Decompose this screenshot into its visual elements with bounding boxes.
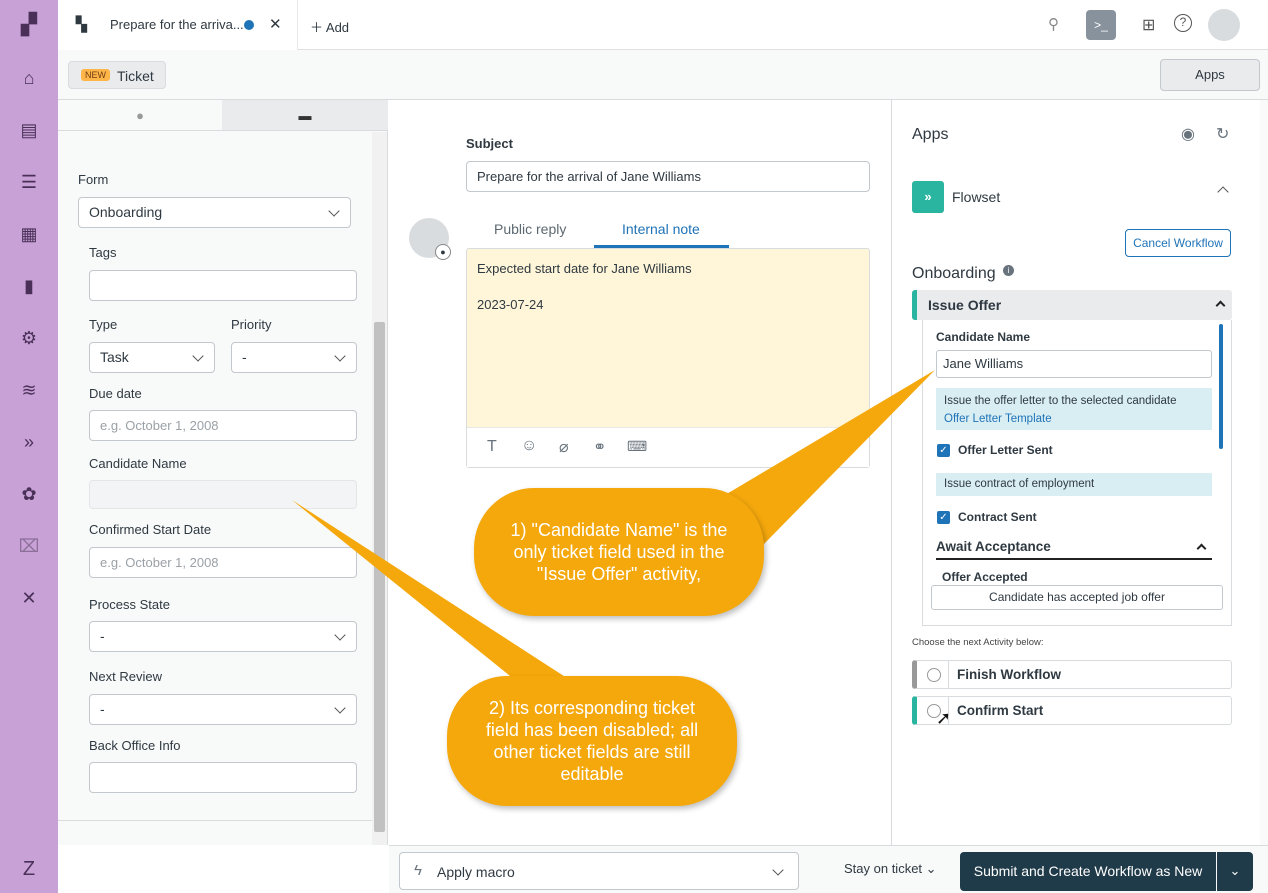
callout-2: 2) Its corresponding ticket field has be… xyxy=(447,676,737,806)
callout-1: 1) "Candidate Name" is the only ticket f… xyxy=(474,488,764,616)
